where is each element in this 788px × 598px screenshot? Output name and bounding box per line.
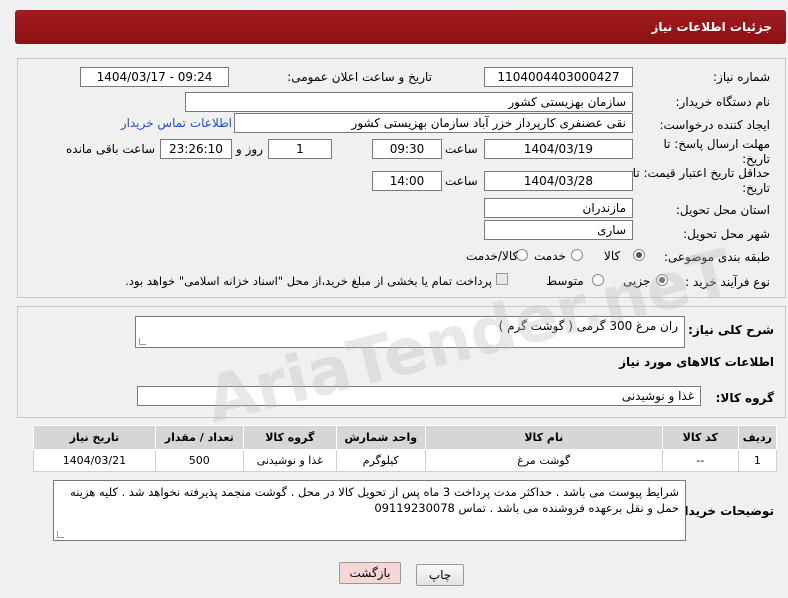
buyer-org-label: نام دستگاه خریدار: [675,95,771,109]
process-radio-minor[interactable] [656,274,668,286]
cell-name: گوشت مرغ [424,449,663,472]
need-number-label: شماره نیاز: [713,70,770,84]
resize-grip-icon[interactable] [139,338,146,345]
process-label: نوع فرآیند خرید : [685,275,770,289]
category-radio-service[interactable] [571,249,583,261]
cell-group: غذا و نوشیدنی [242,449,337,472]
back-button[interactable]: بازگشت [339,562,401,584]
cell-row: 1 [737,449,778,472]
need-summary-text: ران مرغ 300 گرمی ( گوشت گرم ) [498,319,678,333]
buyer-notes-label: توضیحات خریدار: [672,504,774,518]
cell-unit: کیلوگرم [335,449,426,472]
days-remaining-field: 1 [268,139,332,159]
process-radio-medium[interactable] [592,274,604,286]
goods-table-wrapper: ردیف کد کالا نام کالا واحد شمارش گروه کا… [33,425,778,472]
category-label: طبقه بندی موضوعی: [663,250,770,264]
deadline-time-label: ساعت [445,142,478,156]
table-row: 1 -- گوشت مرغ کیلوگرم غذا و نوشیدنی 500 … [33,449,778,472]
goods-table: ردیف کد کالا نام کالا واحد شمارش گروه کا… [33,425,778,472]
buyer-notes-field[interactable]: شرایط پیوست می باشد . حداکثر مدت پرداخت … [53,480,686,541]
city-label: شهر محل تحویل: [683,227,770,241]
page-title: جزئیات اطلاعات نیاز [651,20,772,34]
validity-time-field: 14:00 [372,171,442,191]
page-header: جزئیات اطلاعات نیاز [15,10,786,44]
cell-date: 1404/03/21 [33,449,156,472]
announce-date-field: 1404/03/17 - 09:24 [80,67,229,87]
creator-label: ایجاد کننده درخواست: [659,118,770,132]
goods-section-title: اطلاعات کالاهای مورد نیاز [619,355,774,369]
announce-date-label: تاریخ و ساعت اعلان عمومی: [287,70,432,84]
print-button[interactable]: چاپ [416,564,464,586]
city-field: ساری [484,220,633,240]
buyer-notes-text: شرایط پیوست می باشد . حداکثر مدت پرداخت … [70,485,679,515]
col-group: گروه کالا [242,425,337,450]
process-option-medium: متوسط [546,274,584,288]
col-row: ردیف [737,425,778,450]
process-option-minor: جزیی [623,274,651,288]
need-number-field: 1104004403000427 [484,67,633,87]
col-code: کد کالا [661,425,739,450]
col-name: نام کالا [424,425,663,450]
treasury-payment-checkbox[interactable] [496,273,508,285]
goods-group-field: غذا و نوشیدنی [137,386,701,406]
validity-time-label: ساعت [445,174,478,188]
time-remaining-field: 23:26:10 [160,139,232,159]
days-label: روز و [236,142,263,156]
category-radio-goods[interactable] [633,249,645,261]
deadline-time-field: 09:30 [372,139,442,159]
need-summary-field[interactable]: ران مرغ 300 گرمی ( گوشت گرم ) [135,316,685,348]
need-summary-label: شرح کلی نیاز: [688,323,774,337]
validity-date-field: 1404/03/28 [484,171,633,191]
goods-group-label: گروه کالا: [715,391,774,405]
buyer-contact-link[interactable]: اطلاعات تماس خریدار [121,116,232,130]
cell-qty: 500 [154,449,244,472]
treasury-payment-note: پرداخت تمام یا بخشی از مبلغ خرید،از محل … [125,274,492,288]
cell-code: -- [661,449,739,472]
province-label: استان محل تحویل: [675,203,770,217]
province-field: مازندران [484,198,633,218]
category-option-goods-service: کالا/خدمت [466,249,519,263]
resize-grip-icon[interactable] [57,531,64,538]
validity-label: حداقل تاریخ اعتبار قیمت: تا تاریخ: [632,166,770,195]
col-unit: واحد شمارش [335,425,426,450]
time-remaining-label: ساعت باقی مانده [66,142,156,156]
creator-field: نقی عضنفری کارپرداز خزر آباد سازمان بهزی… [234,113,633,133]
col-qty: تعداد / مقدار [154,425,244,450]
category-option-service: خدمت [534,249,566,263]
goods-table-header: ردیف کد کالا نام کالا واحد شمارش گروه کا… [33,425,778,450]
category-option-goods: کالا [604,249,621,263]
buyer-org-field: سازمان بهزیستی کشور [185,92,633,112]
deadline-date-field: 1404/03/19 [484,139,633,159]
col-date: تاریخ نیاز [33,425,156,450]
deadline-label: مهلت ارسال پاسخ: تا تاریخ: [663,137,770,166]
